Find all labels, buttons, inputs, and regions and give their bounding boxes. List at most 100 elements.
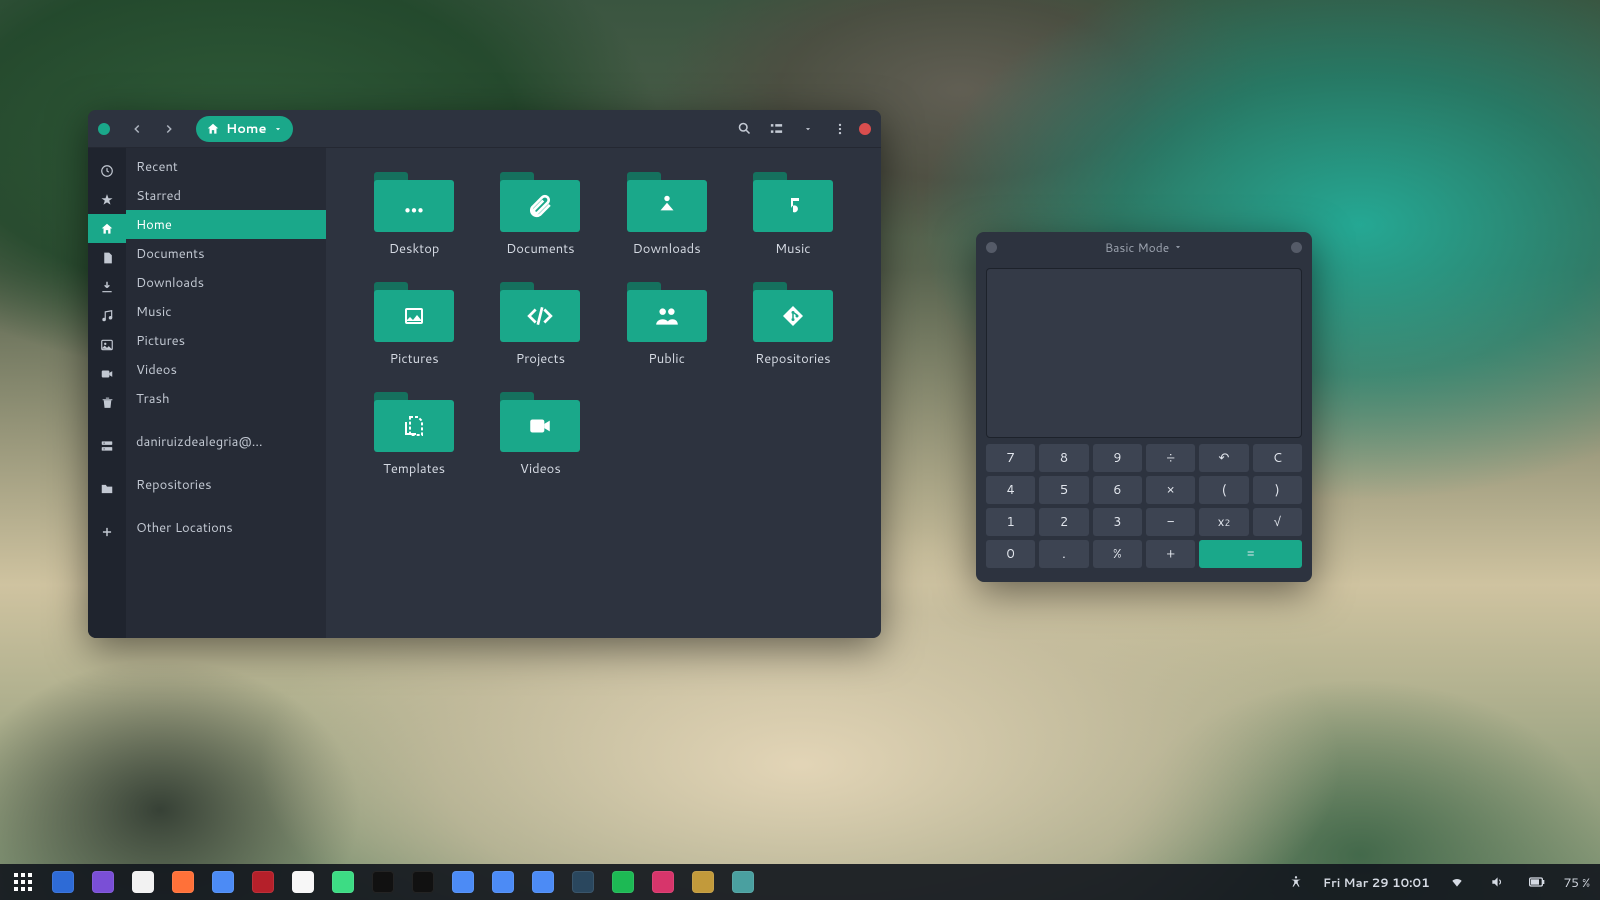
calc-key-↶[interactable]: ↶	[1199, 444, 1248, 472]
view-toggle-button[interactable]	[763, 116, 789, 142]
calc-key-5[interactable]: 5	[1039, 476, 1088, 504]
sidebar-item-music[interactable]: Music	[126, 297, 326, 326]
folder-grid[interactable]: Desktop Documents Downloads Music Pictur…	[326, 148, 881, 638]
calc-close-button[interactable]	[1291, 242, 1302, 253]
forward-button[interactable]	[156, 116, 182, 142]
taskbar-app-software[interactable]	[490, 869, 516, 895]
calc-key-0[interactable]: 0	[986, 540, 1035, 568]
folder-repositories[interactable]: Repositories	[735, 282, 851, 368]
sidebar-item-repositories[interactable]: Repositories	[126, 470, 326, 499]
sidebar-item-label: Recent	[136, 158, 178, 176]
taskbar-app-mail[interactable]	[130, 869, 156, 895]
taskbar-app-files[interactable]	[450, 869, 476, 895]
taskbar-app-steam[interactable]	[570, 869, 596, 895]
apps-launcher-button[interactable]	[10, 869, 36, 895]
network-icon[interactable]	[1444, 869, 1470, 895]
folder-public[interactable]: Public	[609, 282, 725, 368]
taskbar-app-chromium[interactable]	[210, 869, 236, 895]
taskbar-app-firefox[interactable]	[170, 869, 196, 895]
sidebar-item-trash[interactable]: Trash	[126, 384, 326, 413]
battery-icon[interactable]	[1524, 869, 1550, 895]
taskbar-app-pidgin[interactable]	[90, 869, 116, 895]
close-button[interactable]	[859, 123, 871, 135]
calc-key-÷[interactable]: ÷	[1146, 444, 1195, 472]
sidebar-item-pictures[interactable]: Pictures	[126, 326, 326, 355]
volume-icon[interactable]	[1484, 869, 1510, 895]
calc-key-%[interactable]: %	[1093, 540, 1142, 568]
calculator-mode-label[interactable]: Basic Mode	[1105, 239, 1169, 256]
taskbar-app-spotify[interactable]	[610, 869, 636, 895]
calc-key-8[interactable]: 8	[1039, 444, 1088, 472]
sidebar-item-videos[interactable]: Videos	[126, 355, 326, 384]
taskbar: Fri Mar 29 10:01 75 %	[0, 864, 1600, 900]
sidebar-item-starred[interactable]: Starred	[126, 181, 326, 210]
back-button[interactable]	[124, 116, 150, 142]
calc-key-√[interactable]: √	[1253, 508, 1302, 536]
path-bar-home[interactable]: Home	[196, 116, 293, 142]
folder-icon	[374, 172, 454, 232]
sidebar-item-label: Videos	[136, 361, 177, 379]
calc-key-9[interactable]: 9	[1093, 444, 1142, 472]
sidebar-item-other-locations[interactable]: Other Locations	[126, 513, 326, 542]
list-view-icon	[769, 121, 784, 136]
folder-desktop[interactable]: Desktop	[356, 172, 472, 258]
calc-minimize-button[interactable]	[986, 242, 997, 253]
folder-projects[interactable]: Projects	[482, 282, 598, 368]
folder-icon	[627, 282, 707, 342]
taskbar-app-settings[interactable]	[530, 869, 556, 895]
folder-icon	[500, 282, 580, 342]
image-icon	[100, 330, 114, 359]
taskbar-app-webstorm[interactable]	[370, 869, 396, 895]
folder-videos[interactable]: Videos	[482, 392, 598, 478]
hamburger-menu-button[interactable]	[827, 116, 853, 142]
folder-pictures[interactable]: Pictures	[356, 282, 472, 368]
taskbar-app-filezilla[interactable]	[250, 869, 276, 895]
folder-label: Repositories	[755, 350, 831, 368]
taskbar-app-tilix[interactable]	[690, 869, 716, 895]
sidebar-item-documents[interactable]: Documents	[126, 239, 326, 268]
home-icon	[88, 214, 126, 243]
calc-key-x²[interactable]: x2	[1199, 508, 1248, 536]
calc-key-3[interactable]: 3	[1093, 508, 1142, 536]
calc-key-1[interactable]: 1	[986, 508, 1035, 536]
calc-key-−[interactable]: −	[1146, 508, 1195, 536]
battery-label: 75 %	[1564, 874, 1590, 891]
folder-icon	[500, 392, 580, 452]
taskbar-app-blueman[interactable]	[50, 869, 76, 895]
calculator-display[interactable]	[986, 268, 1302, 438]
sidebar-item-daniruizdealegria-[interactable]: daniruizdealegria@…	[126, 427, 326, 456]
calc-key-6[interactable]: 6	[1093, 476, 1142, 504]
sidebar-item-downloads[interactable]: Downloads	[126, 268, 326, 297]
folder-downloads[interactable]: Downloads	[609, 172, 725, 258]
taskbar-app-lollypop[interactable]	[650, 869, 676, 895]
calc-key-4[interactable]: 4	[986, 476, 1035, 504]
calculator-titlebar[interactable]: Basic Mode	[976, 232, 1312, 262]
plus-icon	[100, 517, 114, 546]
calc-key-×[interactable]: ×	[1146, 476, 1195, 504]
folder-templates[interactable]: Templates	[356, 392, 472, 478]
chevron-down-icon	[803, 124, 813, 134]
folder-documents[interactable]: Documents	[482, 172, 598, 258]
clock-label[interactable]: Fri Mar 29 10:01	[1323, 874, 1430, 891]
file-manager-titlebar[interactable]: Home	[88, 110, 881, 148]
calc-key-([interactable]: (	[1199, 476, 1248, 504]
taskbar-app-calculator[interactable]	[730, 869, 756, 895]
calc-key-+[interactable]: +	[1146, 540, 1195, 568]
accessibility-icon[interactable]	[1283, 869, 1309, 895]
search-button[interactable]	[731, 116, 757, 142]
calc-key-)[interactable]: )	[1253, 476, 1302, 504]
calc-key-7[interactable]: 7	[986, 444, 1035, 472]
folder-music[interactable]: Music	[735, 172, 851, 258]
calc-key-=[interactable]: =	[1199, 540, 1302, 568]
calc-key-2[interactable]: 2	[1039, 508, 1088, 536]
sidebar-item-recent[interactable]: Recent	[126, 152, 326, 181]
taskbar-app-gedit[interactable]	[290, 869, 316, 895]
calc-key-C[interactable]: C	[1253, 444, 1302, 472]
taskbar-app-android-studio[interactable]	[330, 869, 356, 895]
taskbar-app-intellij[interactable]	[410, 869, 436, 895]
minimize-button[interactable]	[98, 123, 110, 135]
calc-key-.[interactable]: .	[1039, 540, 1088, 568]
view-options-dropdown[interactable]	[795, 116, 821, 142]
sidebar-item-label: Repositories	[136, 476, 212, 494]
sidebar-item-home[interactable]: Home	[126, 210, 326, 239]
